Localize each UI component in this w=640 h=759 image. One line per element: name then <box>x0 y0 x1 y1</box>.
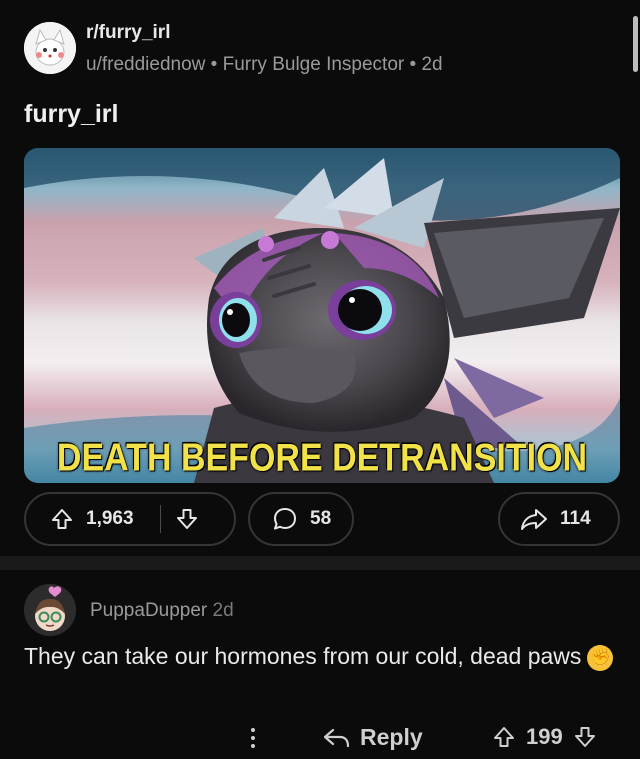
reply-label: Reply <box>360 724 423 750</box>
post-image-artwork <box>24 148 620 483</box>
subreddit-name[interactable]: r/furry_irl <box>86 22 170 44</box>
comment-vote-group: 199 <box>492 724 597 750</box>
vote-group: 1,963 <box>24 492 236 546</box>
reply-button[interactable]: Reply <box>322 724 423 751</box>
comment-count: 58 <box>310 508 332 529</box>
scrollbar[interactable] <box>633 16 638 72</box>
post-age: 2d <box>421 54 443 75</box>
arrow-up-icon[interactable] <box>492 725 516 749</box>
comments-button[interactable]: 58 <box>248 492 354 546</box>
post-header: r/furry_irl u/freddiednow • Furry Bulge … <box>24 18 616 88</box>
post-image[interactable]: DEATH BEFORE DETRANSITION <box>24 148 620 483</box>
speech-bubble-icon <box>272 506 298 532</box>
upvote-count: 1,963 <box>86 508 134 529</box>
section-divider <box>0 556 640 570</box>
author-name[interactable]: u/freddiednow <box>86 54 205 75</box>
meta-separator: • <box>210 54 218 75</box>
meta-separator: • <box>409 54 417 75</box>
comment-score: 199 <box>526 724 563 749</box>
commenter-avatar[interactable] <box>24 584 76 636</box>
share-button[interactable]: 114 <box>498 492 620 546</box>
comment-actions: Reply 199 <box>0 722 640 758</box>
share-count: 114 <box>560 508 591 529</box>
arrow-down-icon[interactable] <box>175 507 199 531</box>
vote-divider <box>159 505 161 533</box>
image-caption: DEATH BEFORE DETRANSITION <box>56 435 588 480</box>
comment-text: They can take our hormones from our cold… <box>24 643 582 669</box>
post-actions: 1,963 58 114 <box>24 492 620 548</box>
comment-age: 2d <box>212 600 234 621</box>
arrow-up-icon[interactable] <box>50 507 74 531</box>
reply-arrow-icon <box>322 726 350 750</box>
raised-fist-emoji: ✊ <box>587 644 614 671</box>
share-arrow-icon <box>520 507 548 531</box>
comment-body: They can take our hormones from our cold… <box>24 642 614 671</box>
comment-author[interactable]: PuppaDupper <box>90 600 207 621</box>
post-title[interactable]: furry_irl <box>24 100 118 129</box>
user-flair: Furry Bulge Inspector <box>222 54 405 75</box>
arrow-down-icon[interactable] <box>573 725 597 749</box>
subreddit-avatar[interactable] <box>24 22 76 74</box>
more-vertical-icon[interactable] <box>246 724 260 754</box>
post-meta: u/freddiednow • Furry Bulge Inspector • … <box>86 54 443 76</box>
comment-author-line: PuppaDupper 2d <box>90 600 234 622</box>
